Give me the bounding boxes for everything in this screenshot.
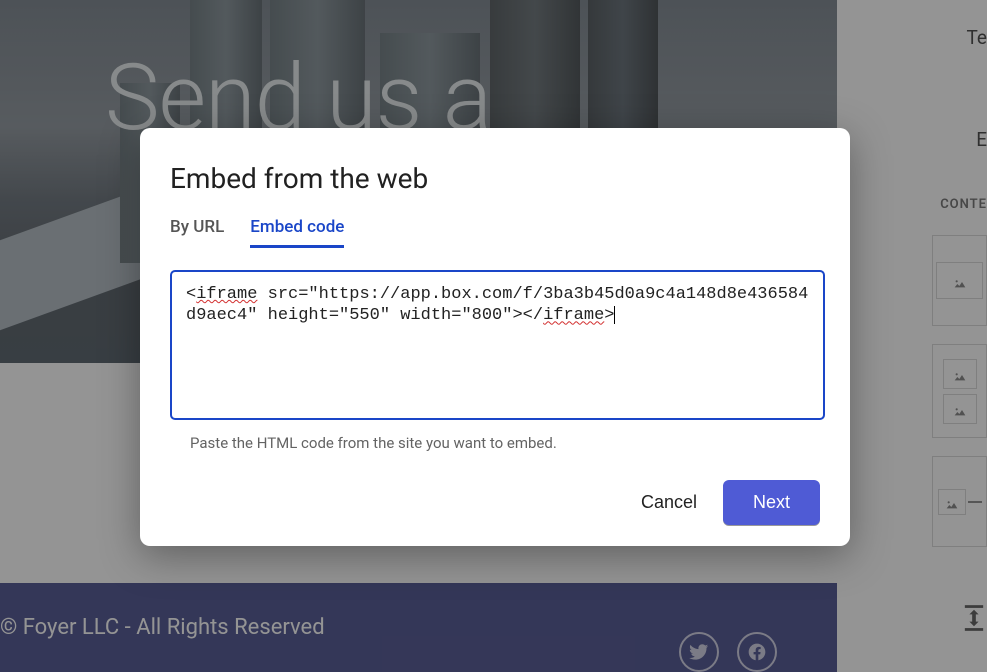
code-tag: iframe bbox=[543, 306, 604, 325]
cancel-button[interactable]: Cancel bbox=[635, 480, 703, 525]
text-cursor bbox=[614, 306, 615, 324]
code-text: > bbox=[604, 306, 614, 325]
embed-hint-text: Paste the HTML code from the site you wa… bbox=[190, 434, 820, 452]
page-background: Send us a © Foyer LLC - All Rights Reser… bbox=[0, 0, 987, 672]
tab-by-url[interactable]: By URL bbox=[170, 217, 224, 248]
dialog-title: Embed from the web bbox=[170, 162, 820, 195]
next-button[interactable]: Next bbox=[723, 480, 820, 525]
embed-dialog: Embed from the web By URL Embed code <if… bbox=[140, 128, 850, 546]
code-text: src="https://app.box.com/f/3ba3b45d0a9c4… bbox=[186, 285, 808, 325]
embed-code-textarea[interactable]: <iframe src="https://app.box.com/f/3ba3b… bbox=[170, 270, 825, 420]
code-tag: iframe bbox=[196, 285, 257, 304]
dialog-tabs: By URL Embed code bbox=[170, 217, 820, 248]
dialog-actions: Cancel Next bbox=[170, 480, 820, 525]
tab-embed-code[interactable]: Embed code bbox=[250, 217, 344, 248]
code-text: < bbox=[186, 285, 196, 304]
